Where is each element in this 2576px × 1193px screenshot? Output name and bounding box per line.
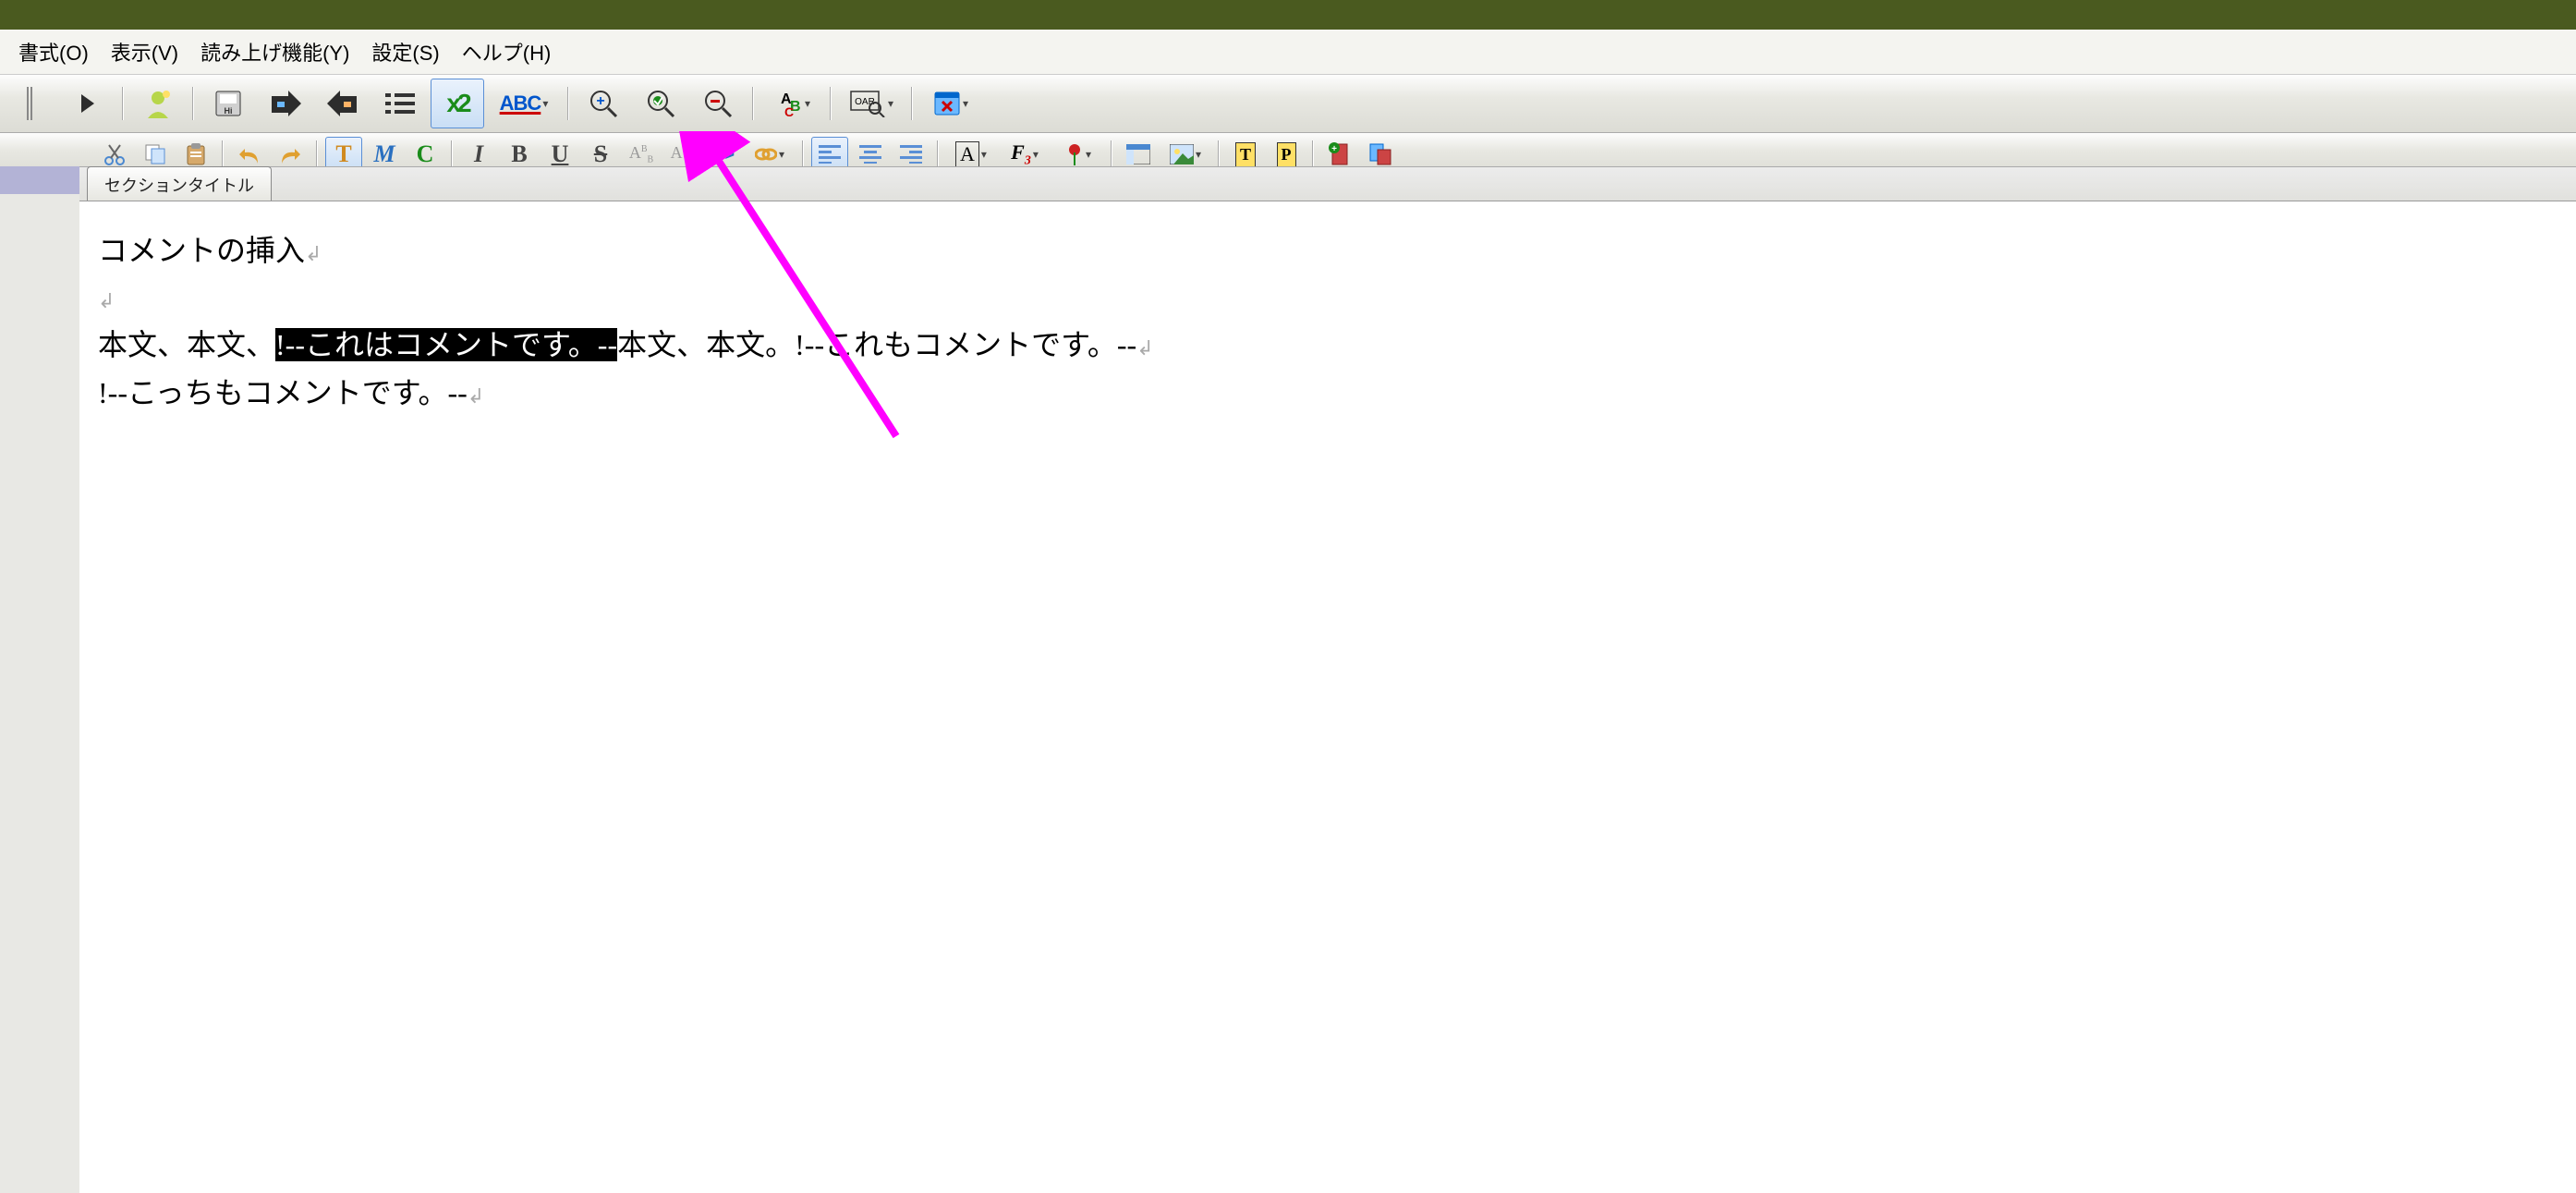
abc-spellcheck-button[interactable]: ABC <box>488 79 560 128</box>
zoom-fit-button[interactable] <box>634 79 687 128</box>
left-panel <box>0 166 80 1193</box>
font-a-icon: A <box>955 141 979 167</box>
menu-read-aloud[interactable]: 読み上げ機能(Y) <box>189 33 360 70</box>
menu-settings[interactable]: 設定(S) <box>360 33 450 70</box>
menu-bar: 書式(O) 表示(V) 読み上げ機能(Y) 設定(S) ヘルプ(H) <box>0 30 2576 75</box>
separator <box>1111 140 1112 168</box>
italic-icon: I <box>474 140 483 168</box>
separator <box>567 87 569 120</box>
separator <box>830 87 832 120</box>
return-mark-icon: ↲ <box>305 242 322 265</box>
content-line-3: 本文、本文、!--これはコメントです。--本文、本文。!--これもコメントです。… <box>98 322 2558 369</box>
left-panel-tab[interactable] <box>0 166 79 194</box>
svg-text:Hi: Hi <box>225 106 233 116</box>
strike-icon: S <box>594 140 607 168</box>
svg-text:OAR: OAR <box>855 97 875 107</box>
titlebar <box>0 0 2576 30</box>
separator <box>937 140 939 168</box>
document-tabs: セクションタイトル <box>79 167 2576 201</box>
return-mark-icon: ↲ <box>1136 336 1153 359</box>
x2-zoom-button[interactable]: x2 <box>431 79 484 128</box>
export-icon[interactable] <box>259 79 312 128</box>
x2-icon: x2 <box>446 89 468 118</box>
separator <box>222 140 224 168</box>
document-area: セクションタイトル コメントの挿入↲ ↲ 本文、本文、!--これはコメントです。… <box>79 166 2576 1193</box>
m-icon: M <box>373 140 395 168</box>
separator <box>752 87 754 120</box>
section-title-tab[interactable]: セクションタイトル <box>87 166 272 201</box>
svg-text:+: + <box>596 93 604 109</box>
svg-text:+: + <box>1331 144 1337 154</box>
zoom-in-button[interactable]: + <box>577 79 630 128</box>
main-toolbar: Hi x2 ABC + A B C OAR <box>0 75 2576 133</box>
menu-help[interactable]: ヘルプ(H) <box>451 33 563 70</box>
list-icon[interactable] <box>373 79 427 128</box>
window-close-button[interactable] <box>920 79 981 128</box>
svg-text:C: C <box>784 104 794 118</box>
content-line-4: !--こっちもコメントです。--↲ <box>98 370 2558 417</box>
return-mark-icon: ↲ <box>468 384 484 408</box>
menu-view[interactable]: 表示(V) <box>100 33 189 70</box>
t-box-icon: T <box>1235 142 1256 167</box>
user-icon[interactable] <box>131 79 185 128</box>
t-icon: T <box>335 140 351 168</box>
separator <box>1312 140 1314 168</box>
c-icon: C <box>417 140 434 168</box>
save-hi-icon[interactable]: Hi <box>201 79 255 128</box>
import-icon[interactable] <box>316 79 370 128</box>
separator <box>911 87 913 120</box>
selected-text: !--これはコメントです。-- <box>275 328 617 361</box>
bold-icon: B <box>511 140 527 168</box>
play-button[interactable] <box>61 79 115 128</box>
content-line-2: ↲ <box>98 274 2558 322</box>
separator <box>316 140 318 168</box>
ab-ruby-icon: A↑B <box>671 143 694 165</box>
separator <box>192 87 194 120</box>
separator <box>802 140 804 168</box>
separator <box>122 87 124 120</box>
zoom-out-button[interactable] <box>691 79 745 128</box>
separator <box>1218 140 1220 168</box>
font-color-button[interactable]: A B C <box>761 79 822 128</box>
p-box-icon: P <box>1277 142 1296 167</box>
underline-icon: U <box>552 140 569 168</box>
content-line-1: コメントの挿入↲ <box>98 227 2558 274</box>
code-icon: </> <box>711 145 735 164</box>
separator <box>451 140 453 168</box>
ab-sup-icon: ABB <box>629 143 653 165</box>
f3-icon: F3 <box>1011 140 1031 168</box>
return-mark-icon: ↲ <box>98 289 115 312</box>
document-content[interactable]: コメントの挿入↲ ↲ 本文、本文、!--これはコメントです。--本文、本文。!-… <box>79 201 2576 443</box>
abc-icon: ABC <box>500 91 541 116</box>
handle-grip-icon[interactable] <box>4 79 57 128</box>
ocr-button[interactable]: OAR <box>839 79 904 128</box>
menu-format[interactable]: 書式(O) <box>7 33 100 70</box>
